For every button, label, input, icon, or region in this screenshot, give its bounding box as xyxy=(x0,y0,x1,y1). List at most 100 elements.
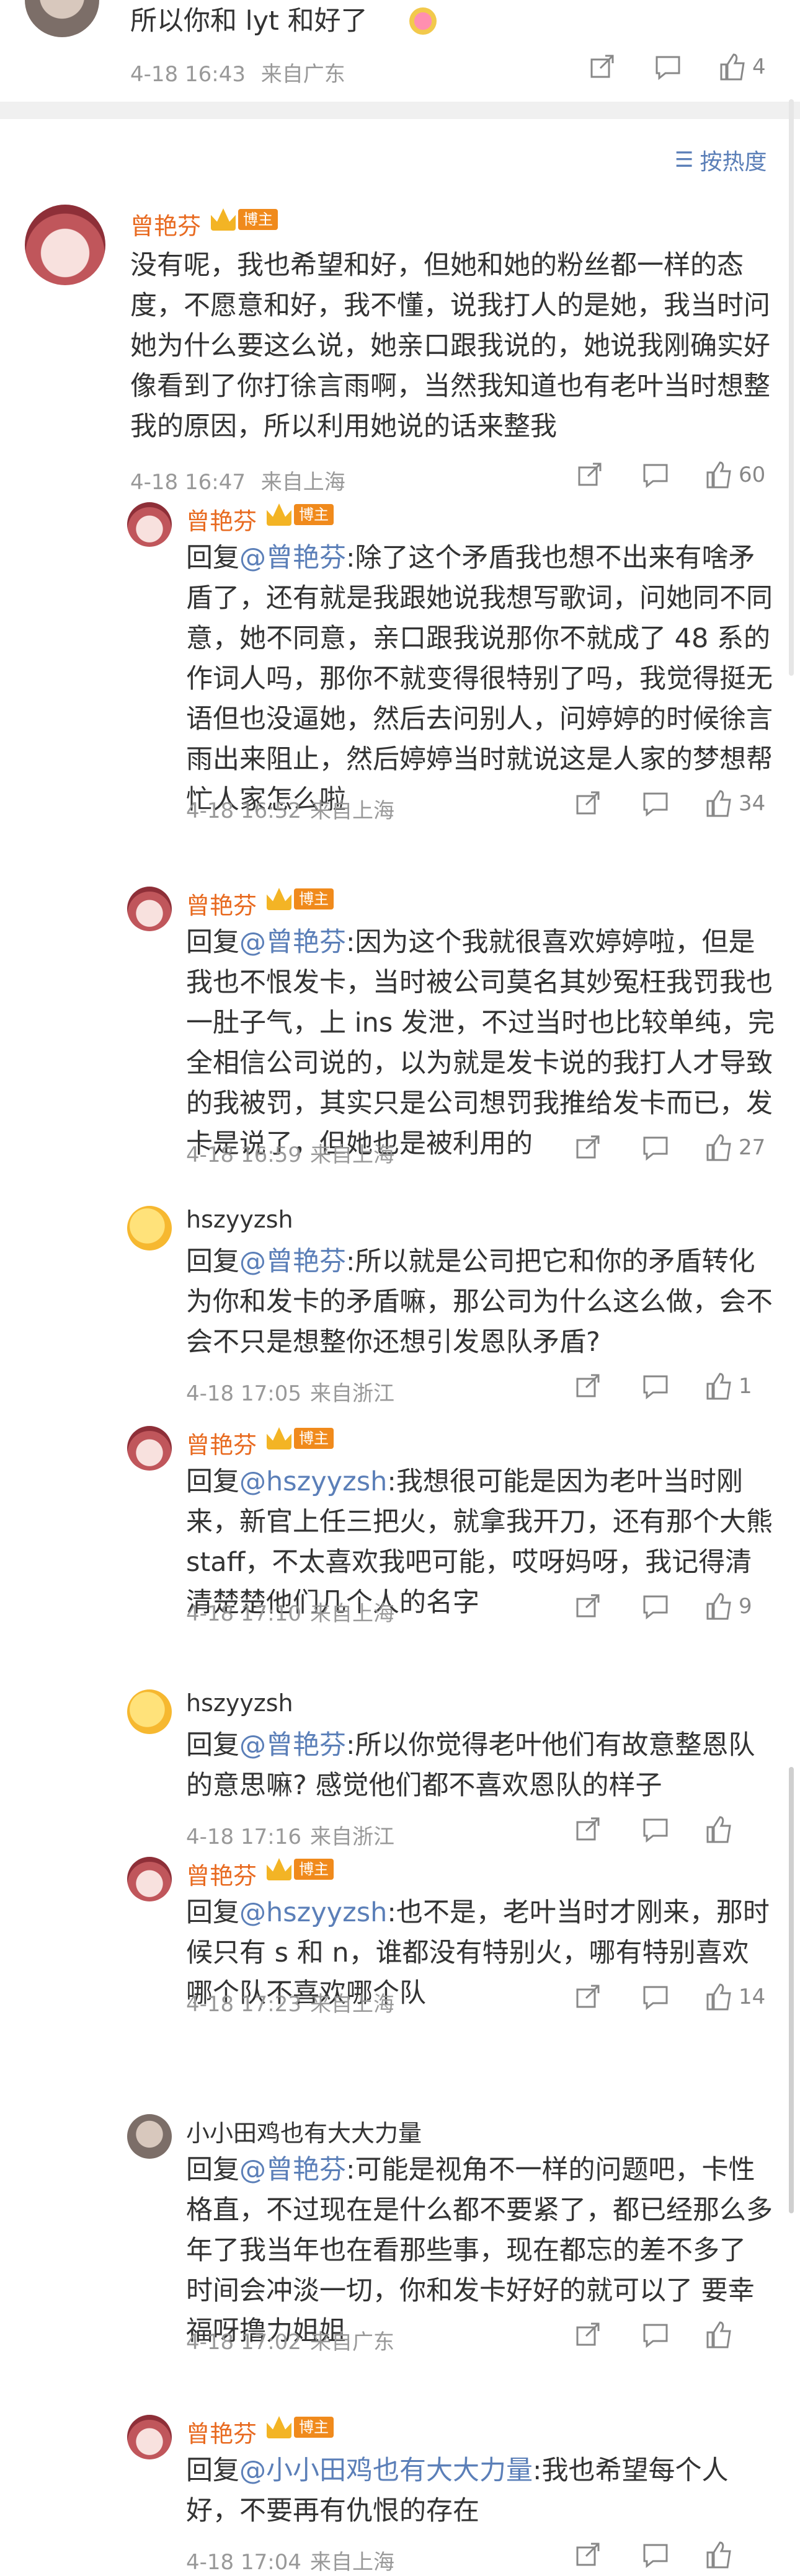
share-button[interactable] xyxy=(574,1983,601,2011)
share-button[interactable] xyxy=(574,1134,601,1161)
reply-meta: 4-18 17:04 来自上海 xyxy=(186,2545,394,2575)
avatar[interactable] xyxy=(127,1857,172,1901)
reply-username[interactable]: 曾艳芬 xyxy=(186,1857,257,1891)
reply-location: 来自上海 xyxy=(309,1143,394,1167)
comment-icon xyxy=(643,792,668,817)
reply-meta: 4-18 16:59 来自上海 xyxy=(186,1138,394,1168)
comment-username[interactable]: 曾艳芬 xyxy=(130,207,201,241)
avatar[interactable] xyxy=(127,1689,172,1734)
share-button[interactable] xyxy=(588,53,615,81)
reply-button[interactable] xyxy=(642,2321,669,2348)
reply-location: 来自广东 xyxy=(309,2330,394,2355)
reply-username[interactable]: 小小田鸡也有大大力量 xyxy=(186,2114,422,2148)
avatar[interactable] xyxy=(127,1426,172,1471)
reply-prefix: 回复 xyxy=(186,2154,239,2185)
like-button[interactable] xyxy=(704,2540,739,2570)
mention-link[interactable]: @hszyyzsh xyxy=(239,1897,387,1928)
mention-link[interactable]: @小小田鸡也有大大力量 xyxy=(239,2455,533,2486)
share-icon xyxy=(576,1135,600,1159)
mention-link[interactable]: @曾艳芬 xyxy=(239,1246,346,1277)
like-button[interactable] xyxy=(704,2320,739,2350)
reply-time: 4-18 17:04 xyxy=(186,2550,301,2575)
mention-link[interactable]: @hszyyzsh xyxy=(239,1466,387,1497)
section-divider xyxy=(0,102,800,119)
share-button[interactable] xyxy=(574,2321,601,2348)
reply-text: 回复@曾艳芬:所以你觉得老叶他们有故意整恩队的意思嘛? 感觉他们都不喜欢恩队的样… xyxy=(186,1725,775,1806)
share-button[interactable] xyxy=(574,1593,601,1620)
comment-location: 来自广东 xyxy=(260,62,345,87)
reply-prefix: 回复 xyxy=(186,542,239,573)
like-count: 1 xyxy=(739,1374,752,1399)
reply-button[interactable] xyxy=(642,461,669,489)
share-icon xyxy=(576,2322,600,2346)
crown-icon xyxy=(267,2416,291,2438)
like-button[interactable] xyxy=(704,1815,739,1844)
scrollbar-top[interactable] xyxy=(789,99,794,676)
crown-icon xyxy=(267,888,291,910)
avatar[interactable] xyxy=(127,502,172,547)
like-button[interactable]: 27 xyxy=(704,1133,765,1162)
reply-prefix: 回复 xyxy=(186,2455,239,2486)
like-button[interactable]: 60 xyxy=(704,460,765,490)
share-button[interactable] xyxy=(574,1373,601,1400)
thumbs-up-icon xyxy=(706,1816,731,1843)
reply-button[interactable] xyxy=(654,53,682,81)
comment-icon xyxy=(656,56,680,81)
thumbs-up-icon xyxy=(706,461,731,489)
reply-button[interactable] xyxy=(642,1134,669,1161)
share-button[interactable] xyxy=(574,1816,601,1843)
comment-time: 4-18 16:43 xyxy=(130,62,246,87)
sort-by-hot-button[interactable]: ☰ 按热度 xyxy=(675,144,767,176)
reply-username[interactable]: hszyyzsh xyxy=(186,1206,293,1233)
author-badge: 博主 xyxy=(211,207,278,232)
reply-meta: 4-18 17:10 来自上海 xyxy=(186,1596,394,1627)
like-count: 60 xyxy=(739,463,766,487)
reply-time: 4-18 17:23 xyxy=(186,1992,301,2017)
avatar[interactable] xyxy=(127,2114,172,2159)
reply-username[interactable]: 曾艳芬 xyxy=(186,887,257,921)
heart-eyes-emoji-icon xyxy=(409,7,437,35)
thumbs-up-icon xyxy=(706,2541,731,2569)
reply-button[interactable] xyxy=(642,1593,669,1620)
mention-link[interactable]: @曾艳芬 xyxy=(239,1730,346,1761)
mention-link[interactable]: @曾艳芬 xyxy=(239,2154,346,2185)
sort-label: 按热度 xyxy=(700,149,767,175)
reply-meta: 4-18 17:23 来自上海 xyxy=(186,1987,394,2017)
like-button[interactable]: 4 xyxy=(718,52,766,82)
reply-username[interactable]: 曾艳芬 xyxy=(186,2415,257,2449)
avatar[interactable] xyxy=(25,205,105,285)
like-button[interactable]: 34 xyxy=(704,789,765,818)
reply-prefix: 回复 xyxy=(186,1730,239,1761)
like-button[interactable]: 14 xyxy=(704,1982,765,2012)
mention-link[interactable]: @曾艳芬 xyxy=(239,542,346,573)
mention-link[interactable]: @曾艳芬 xyxy=(239,927,346,958)
reply-button[interactable] xyxy=(642,2541,669,2569)
reply-username[interactable]: hszyyzsh xyxy=(186,1689,293,1717)
avatar[interactable] xyxy=(127,1206,172,1250)
reply-location: 来自浙江 xyxy=(309,1381,394,1406)
reply-button[interactable] xyxy=(642,1816,669,1843)
share-icon xyxy=(576,1817,600,1841)
reply-meta: 4-18 17:05 来自浙江 xyxy=(186,1376,394,1407)
reply-time: 4-18 17:02 xyxy=(186,2330,301,2355)
like-button[interactable]: 1 xyxy=(704,1371,752,1401)
comment-meta: 4-18 16:47 来自上海 xyxy=(130,465,345,495)
reply-meta: 4-18 17:02 来自广东 xyxy=(186,2325,394,2355)
share-button[interactable] xyxy=(574,2541,601,2569)
avatar[interactable] xyxy=(127,2415,172,2459)
comment-icon xyxy=(643,2544,668,2569)
reply-username[interactable]: 曾艳芬 xyxy=(186,1426,257,1460)
reply-button[interactable] xyxy=(642,790,669,817)
scrollbar[interactable] xyxy=(789,1767,794,2213)
share-button[interactable] xyxy=(576,461,603,489)
reply-prefix: 回复 xyxy=(186,1466,239,1497)
like-button[interactable]: 9 xyxy=(704,1591,752,1621)
share-icon xyxy=(578,463,602,486)
avatar[interactable] xyxy=(25,0,99,37)
reply-time: 4-18 16:52 xyxy=(186,799,301,823)
reply-username[interactable]: 曾艳芬 xyxy=(186,502,257,536)
share-button[interactable] xyxy=(574,790,601,817)
reply-button[interactable] xyxy=(642,1983,669,2011)
reply-button[interactable] xyxy=(642,1373,669,1400)
avatar[interactable] xyxy=(127,887,172,931)
